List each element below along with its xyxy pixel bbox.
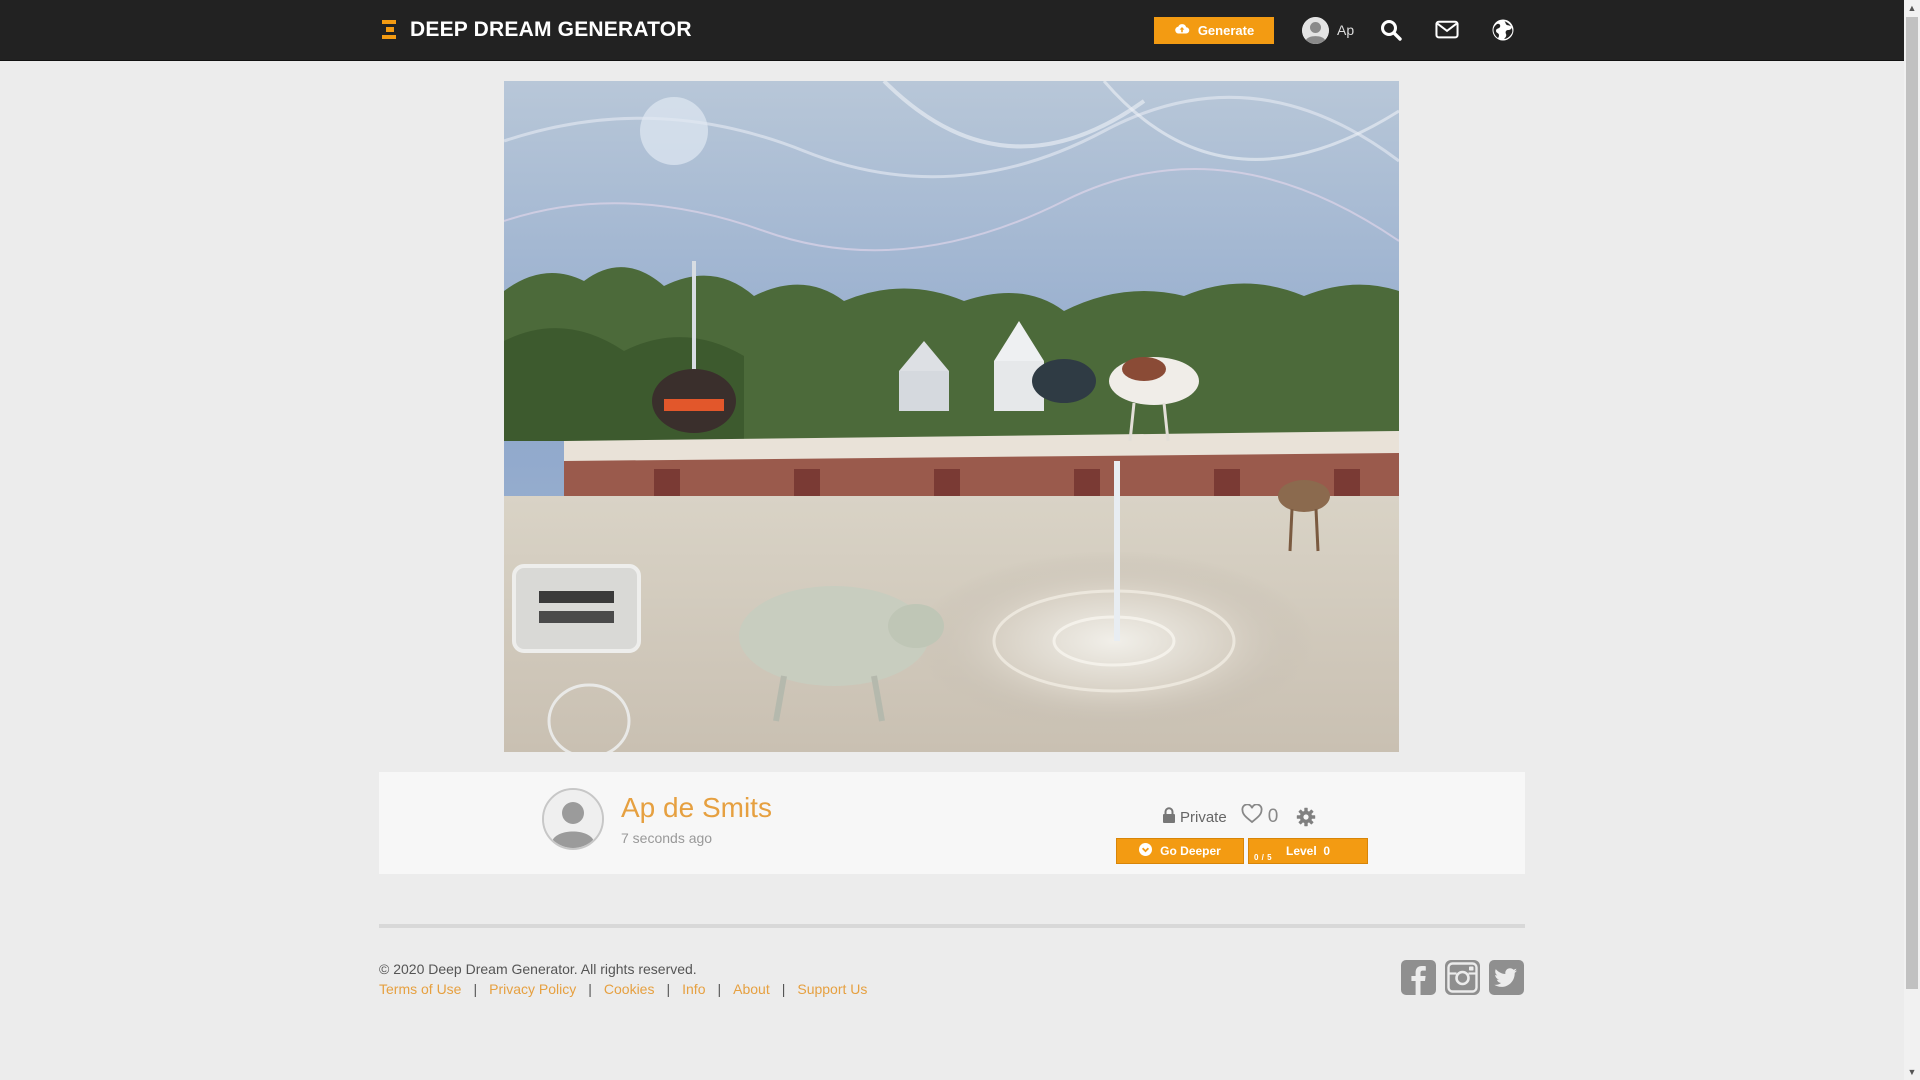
envelope-icon[interactable] [1434, 17, 1460, 43]
dream-info-panel: Ap de Smits 7 seconds ago Private 0 Go D… [379, 772, 1525, 874]
user-name: Ap [1337, 22, 1355, 38]
top-navigation-bar: DEEP DREAM GENERATOR Generate Ap [0, 0, 1904, 61]
generate-button[interactable]: Generate [1154, 16, 1274, 44]
info-link[interactable]: Info [682, 981, 705, 997]
user-menu[interactable]: Ap [1302, 16, 1355, 44]
social-links [1401, 960, 1524, 995]
likes-count: 0 [1267, 806, 1279, 827]
brand[interactable]: DEEP DREAM GENERATOR [380, 0, 692, 60]
like-button[interactable]: 0 [1241, 803, 1279, 830]
go-deeper-label: Go Deeper [1160, 844, 1221, 858]
footer-divider [379, 924, 1525, 928]
cookies-link[interactable]: Cookies [604, 981, 655, 997]
privacy-toggle[interactable]: Private [1162, 806, 1227, 828]
scroll-up-arrow-icon[interactable]: ▲ [1904, 0, 1920, 16]
footer-separator: | [473, 981, 478, 997]
go-deeper-button[interactable]: Go Deeper [1116, 838, 1244, 864]
privacy-label: Private [1180, 808, 1227, 826]
lock-icon [1162, 806, 1176, 828]
instagram-icon[interactable] [1445, 960, 1480, 995]
author-avatar[interactable] [542, 788, 604, 850]
page-scrollbar[interactable]: ▲ ▼ [1904, 0, 1920, 1080]
copyright: © 2020 Deep Dream Generator. All rights … [379, 961, 697, 977]
dream-timestamp: 7 seconds ago [621, 830, 713, 846]
brand-name: DEEP DREAM GENERATOR [410, 18, 692, 41]
footer-links: Terms of Use | Privacy Policy | Cookies … [379, 981, 867, 997]
footer-separator: | [781, 981, 786, 997]
level-button[interactable]: 0 / 5 Level 0 [1248, 838, 1368, 864]
author-name-link[interactable]: Ap de Smits [621, 792, 772, 824]
chevron-circle-down-icon [1139, 843, 1153, 859]
scroll-down-arrow-icon[interactable]: ▼ [1904, 1064, 1920, 1080]
terms-link[interactable]: Terms of Use [379, 981, 461, 997]
dream-actions: Go Deeper 0 / 5 Level 0 [1116, 838, 1368, 864]
dream-meta: Private 0 [1162, 803, 1316, 830]
footer-separator: | [666, 981, 671, 997]
dream-image[interactable] [504, 81, 1399, 752]
about-link[interactable]: About [733, 981, 770, 997]
twitter-icon[interactable] [1489, 960, 1524, 995]
ddg-logo-icon [380, 19, 400, 41]
nav-actions: Generate Ap [1154, 0, 1516, 60]
footer-separator: | [717, 981, 722, 997]
scroll-thumb[interactable] [1906, 17, 1918, 989]
heart-icon [1241, 803, 1263, 830]
level-count: 0 / 5 [1254, 853, 1273, 862]
facebook-icon[interactable] [1401, 960, 1436, 995]
support-us-link[interactable]: Support Us [797, 981, 867, 997]
gear-icon[interactable] [1296, 807, 1316, 827]
globe-icon[interactable] [1490, 17, 1516, 43]
generate-label: Generate [1197, 22, 1255, 38]
footer-separator: | [588, 981, 592, 997]
level-label: Level 0 [1285, 844, 1331, 858]
avatar [1302, 16, 1329, 44]
search-icon[interactable] [1378, 17, 1404, 43]
privacy-policy-link[interactable]: Privacy Policy [489, 981, 576, 997]
cloud-upload-icon [1174, 21, 1190, 40]
